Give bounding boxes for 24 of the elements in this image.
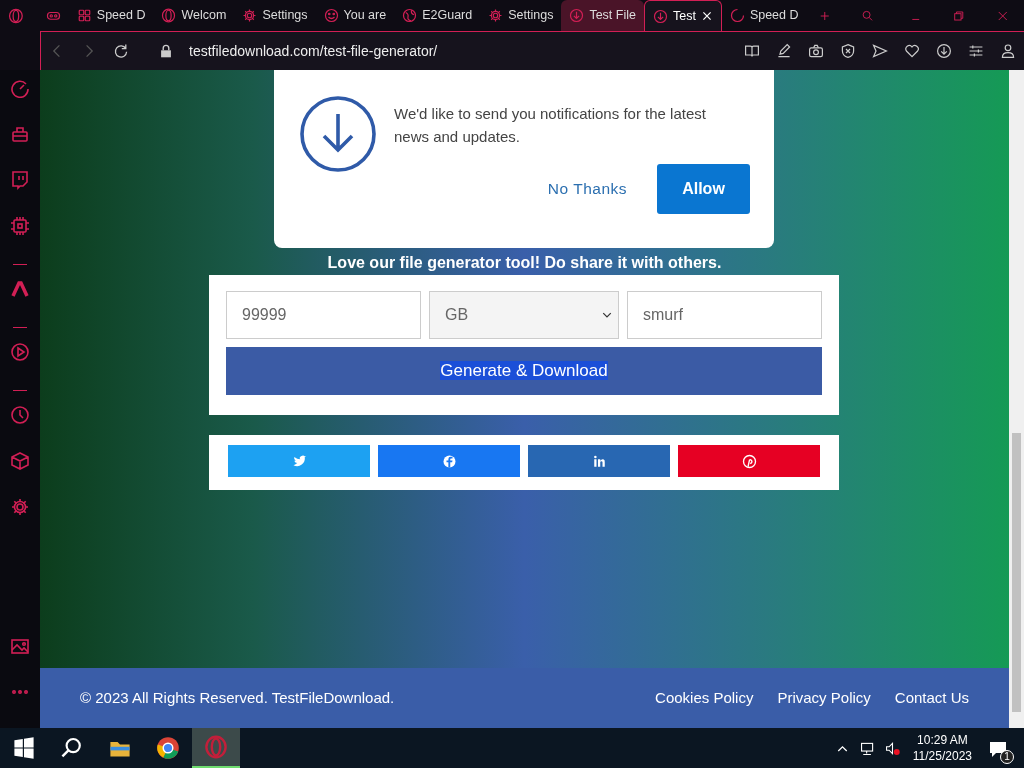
browser-tab[interactable]: You are [315, 0, 395, 31]
notification-message: We'd like to send you notifications for the latest news and updates. [394, 104, 707, 147]
url-text[interactable]: testfiledownload.com/test-file-generator/ [189, 40, 438, 62]
footer-link[interactable]: Contact Us [894, 686, 969, 710]
browser-tab[interactable]: Speed D [721, 0, 807, 31]
filename-field[interactable]: smurf [627, 291, 822, 339]
unit-select[interactable]: GB [429, 291, 619, 339]
copyright-text: © 2023 All Rights Reserved. TestFileDownload. [80, 687, 395, 708]
browser-tab[interactable]: Settings [234, 0, 316, 31]
size-field[interactable]: 99999 [226, 291, 421, 339]
browser-tab[interactable]: Test File [561, 0, 644, 31]
footer-link[interactable]: Cookies Policy [655, 686, 754, 710]
browser-tab[interactable]: E2Guard [394, 0, 481, 31]
notification-count: 1 [1000, 750, 1014, 764]
footer-link[interactable]: Privacy Policy [777, 686, 871, 710]
browser-tab[interactable]: Test [643, 0, 722, 31]
allow-button[interactable]: Allow [657, 164, 750, 214]
generate-download-button[interactable]: Generate & Download [226, 347, 822, 395]
browser-tab[interactable]: Settings [480, 0, 562, 31]
clock-text[interactable]: 10:29 AM 11/25/2023 [912, 732, 972, 764]
browser-tab[interactable]: Speed D [68, 0, 154, 31]
browser-tab[interactable]: Welcom [153, 0, 235, 31]
no-thanks-button[interactable]: No Thanks [541, 176, 633, 202]
tagline-text: Love our file generator tool! Do share it with others. [326, 253, 723, 273]
